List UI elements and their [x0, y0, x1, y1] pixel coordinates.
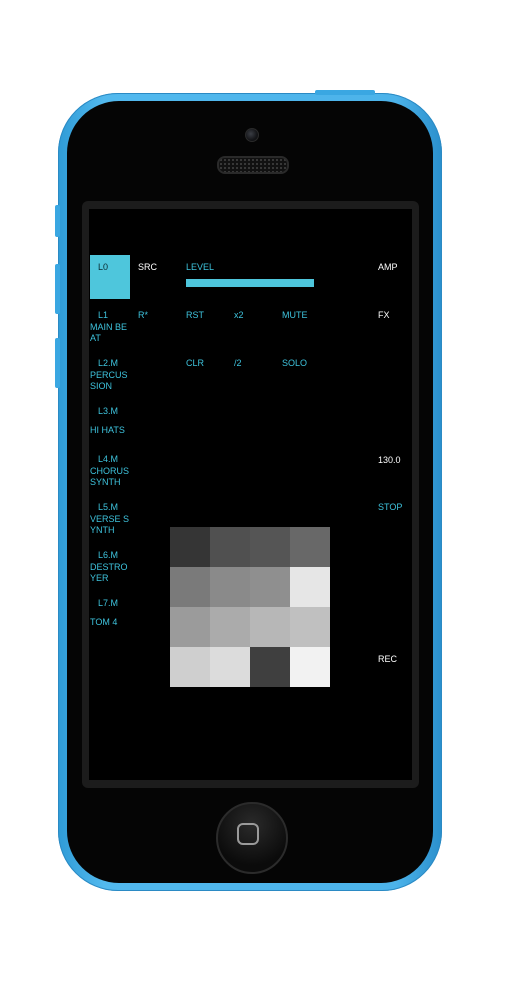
pad-cell[interactable]: [290, 607, 330, 647]
pad-cell[interactable]: [210, 647, 250, 687]
pad-cell[interactable]: [170, 647, 210, 687]
level-label: LEVEL: [186, 262, 215, 272]
track-l3-name[interactable]: HI HATS: [90, 425, 125, 436]
track-l4-name[interactable]: CHORUS SYNTH: [90, 466, 129, 488]
app-screen: [89, 209, 412, 780]
pad-grid: [170, 527, 330, 687]
track-l0-selected[interactable]: L0: [90, 255, 130, 299]
track-l7-name[interactable]: TOM 4: [90, 617, 117, 628]
pad-cell[interactable]: [250, 567, 290, 607]
pad-cell[interactable]: [290, 647, 330, 687]
mute-switch: [55, 205, 60, 237]
src-button[interactable]: SRC: [138, 262, 157, 273]
track-l1-id[interactable]: L1: [98, 310, 108, 321]
mute-button[interactable]: MUTE: [282, 310, 308, 321]
half-button[interactable]: /2: [234, 358, 242, 369]
power-button: [315, 90, 375, 95]
track-l6-id[interactable]: L6.M: [98, 550, 118, 561]
amp-button[interactable]: AMP: [378, 262, 398, 273]
fx-button[interactable]: FX: [378, 310, 390, 321]
track-l3-id[interactable]: L3.M: [98, 406, 118, 417]
x2-button[interactable]: x2: [234, 310, 244, 321]
pad-cell[interactable]: [210, 567, 250, 607]
pad-cell[interactable]: [210, 527, 250, 567]
camera-icon: [245, 128, 259, 142]
volume-up-button: [55, 264, 60, 314]
pad-cell[interactable]: [250, 607, 290, 647]
track-l6-name[interactable]: DESTRO YER: [90, 562, 128, 584]
track-l4-id[interactable]: L4.M: [98, 454, 118, 465]
track-l1-name[interactable]: MAIN BE AT: [90, 322, 127, 344]
volume-down-button: [55, 338, 60, 388]
r-button[interactable]: R*: [138, 310, 148, 321]
home-square-icon: [237, 823, 259, 845]
pad-cell[interactable]: [250, 527, 290, 567]
track-l0-label: L0: [98, 262, 109, 272]
track-l5-name[interactable]: VERSE S YNTH: [90, 514, 129, 536]
pad-cell[interactable]: [210, 607, 250, 647]
track-l2-id[interactable]: L2.M: [98, 358, 118, 369]
rst-button[interactable]: RST: [186, 310, 204, 321]
pad-cell[interactable]: [170, 527, 210, 567]
pad-cell[interactable]: [250, 647, 290, 687]
pad-cell[interactable]: [290, 527, 330, 567]
solo-button[interactable]: SOLO: [282, 358, 307, 369]
track-l5-id[interactable]: L5.M: [98, 502, 118, 513]
rec-button[interactable]: REC: [378, 654, 397, 665]
stop-button[interactable]: STOP: [378, 502, 402, 513]
pad-cell[interactable]: [170, 567, 210, 607]
track-l7-id[interactable]: L7.M: [98, 598, 118, 609]
pad-cell[interactable]: [170, 607, 210, 647]
tempo-value[interactable]: 130.0: [378, 455, 401, 466]
pad-cell[interactable]: [290, 567, 330, 607]
track-l2-name[interactable]: PERCUS SION: [90, 370, 128, 392]
clr-button[interactable]: CLR: [186, 358, 204, 369]
speaker-grille: [217, 156, 289, 174]
level-slider[interactable]: [186, 279, 314, 287]
